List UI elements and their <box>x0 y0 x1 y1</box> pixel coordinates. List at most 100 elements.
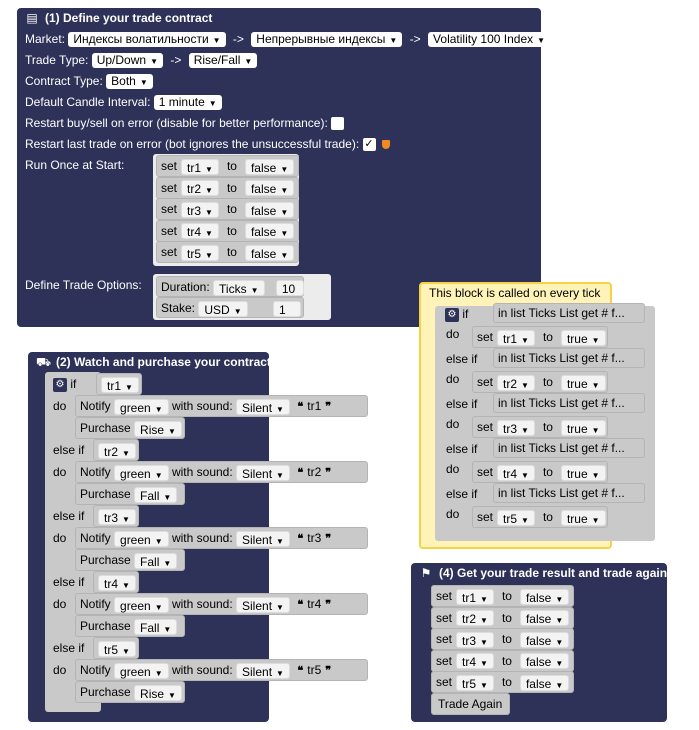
tick-set-tr5[interactable]: set tr5 ▼ to true ▼ <box>472 506 608 528</box>
variable-dropdown[interactable]: tr1 ▼ <box>456 588 494 605</box>
ticks-list-get[interactable]: in list Ticks List get # f... <box>493 348 645 368</box>
purchase-direction-dropdown[interactable]: Rise ▼ <box>134 684 182 701</box>
ticks-list-get[interactable]: in list Ticks List get # f... <box>493 303 645 323</box>
duration-value-input[interactable]: 10 <box>275 279 304 296</box>
notify-block[interactable]: Notify green ▼ with sound: Silent ▼ ❝ tr1 ❞ <box>75 395 368 417</box>
stake-currency-dropdown[interactable]: USD ▼ <box>198 300 248 317</box>
result-set-tr4[interactable]: set tr4 ▼ to false ▼ <box>431 649 574 672</box>
notify-color-dropdown[interactable]: green ▼ <box>114 662 169 679</box>
variable-dropdown[interactable]: tr5 ▼ <box>456 674 494 691</box>
runonce-set-tr5[interactable]: set tr5 ▼ to false ▼ <box>156 241 299 263</box>
condition-dropdown[interactable]: tr4 ▼ <box>98 574 136 591</box>
variable-dropdown[interactable]: tr2 ▼ <box>456 610 494 627</box>
value-dropdown[interactable]: true ▼ <box>560 509 606 526</box>
notify-block[interactable]: Notify green ▼ with sound: Silent ▼ ❝ tr3 ❞ <box>75 527 368 549</box>
value-dropdown[interactable]: false ▼ <box>244 201 295 218</box>
value-dropdown[interactable]: false ▼ <box>244 158 295 175</box>
value-dropdown[interactable]: false ▼ <box>519 653 570 670</box>
variable-dropdown[interactable]: tr4 ▼ <box>181 223 219 240</box>
variable-dropdown[interactable]: tr4 ▼ <box>456 653 494 670</box>
purchase-direction-dropdown[interactable]: Rise ▼ <box>134 420 182 437</box>
purchase-block[interactable]: Purchase Fall ▼ <box>75 615 185 637</box>
value-dropdown[interactable]: false ▼ <box>519 631 570 648</box>
stake-value-input[interactable]: 1 <box>272 300 301 317</box>
purchase-block[interactable]: Purchase Rise ▼ <box>75 417 185 439</box>
value-dropdown[interactable]: false ▼ <box>244 180 295 197</box>
notify-block[interactable]: Notify green ▼ with sound: Silent ▼ ❝ tr2 ❞ <box>75 461 368 483</box>
ticks-list-get[interactable]: in list Ticks List get # f... <box>493 438 645 458</box>
variable-dropdown[interactable]: tr3 ▼ <box>497 419 535 436</box>
condition-variable[interactable]: tr1 ▼ <box>96 373 142 395</box>
shield-icon[interactable] <box>381 140 390 150</box>
candle-dropdown[interactable]: 1 minute ▼ <box>153 95 222 111</box>
value-dropdown[interactable]: true ▼ <box>560 374 606 391</box>
condition-variable[interactable]: tr3 ▼ <box>93 505 139 527</box>
variable-dropdown[interactable]: tr3 ▼ <box>456 631 494 648</box>
condition-variable[interactable]: tr5 ▼ <box>93 637 139 659</box>
duration-unit-dropdown[interactable]: Ticks ▼ <box>213 279 265 296</box>
result-set-tr1[interactable]: set tr1 ▼ to false ▼ <box>431 585 574 607</box>
variable-dropdown[interactable]: tr1 ▼ <box>497 329 535 346</box>
market-dropdown[interactable]: Индексы волатильности ▼ <box>68 32 226 48</box>
restart-checkbox[interactable] <box>331 117 345 131</box>
variable-dropdown[interactable]: tr2 ▼ <box>181 180 219 197</box>
value-dropdown[interactable]: false ▼ <box>244 223 295 240</box>
variable-dropdown[interactable]: tr5 ▼ <box>181 244 219 261</box>
runonce-set-tr3[interactable]: set tr3 ▼ to false ▼ <box>156 198 299 220</box>
tick-set-tr4[interactable]: set tr4 ▼ to true ▼ <box>472 461 608 483</box>
value-dropdown[interactable]: false ▼ <box>244 244 295 261</box>
condition-dropdown[interactable]: tr2 ▼ <box>98 442 136 459</box>
variable-dropdown[interactable]: tr3 ▼ <box>181 201 219 218</box>
trade-subtype-dropdown[interactable]: Rise/Fall ▼ <box>188 53 258 69</box>
purchase-direction-dropdown[interactable]: Fall ▼ <box>134 552 178 569</box>
runonce-set-tr2[interactable]: set tr2 ▼ to false ▼ <box>156 176 299 199</box>
value-dropdown[interactable]: true ▼ <box>560 464 606 481</box>
result-set-tr5[interactable]: set tr5 ▼ to false ▼ <box>431 671 574 693</box>
result-set-tr2[interactable]: set tr2 ▼ to false ▼ <box>431 606 574 629</box>
condition-dropdown[interactable]: tr3 ▼ <box>98 508 136 525</box>
condition-dropdown[interactable]: tr1 ▼ <box>101 376 139 393</box>
variable-dropdown[interactable]: tr4 ▼ <box>497 464 535 481</box>
notify-color-dropdown[interactable]: green ▼ <box>114 596 169 613</box>
contract-type-dropdown[interactable]: Both ▼ <box>106 74 153 90</box>
purchase-block[interactable]: Purchase Fall ▼ <box>75 483 185 505</box>
value-dropdown[interactable]: false ▼ <box>519 674 570 691</box>
notify-block[interactable]: Notify green ▼ with sound: Silent ▼ ❝ tr4 ❞ <box>75 593 368 615</box>
variable-dropdown[interactable]: tr1 ▼ <box>181 158 219 175</box>
condition-dropdown[interactable]: tr5 ▼ <box>98 640 136 657</box>
symbol-dropdown[interactable]: Volatility 100 Index ▼ <box>428 32 551 48</box>
restart-last-checkbox[interactable]: ✓ <box>362 138 376 152</box>
result-set-tr3[interactable]: set tr3 ▼ to false ▼ <box>431 628 574 650</box>
sound-dropdown[interactable]: Silent ▼ <box>236 596 290 613</box>
stake-row[interactable]: Stake: USD ▼ 1 <box>156 297 304 318</box>
submarket-dropdown[interactable]: Непрерывные индексы ▼ <box>251 32 403 48</box>
duration-row[interactable]: Duration: Ticks ▼ 10 <box>156 276 304 297</box>
purchase-block[interactable]: Purchase Rise ▼ <box>75 681 185 703</box>
gear-icon[interactable]: ⚙ <box>53 377 67 392</box>
sound-dropdown[interactable]: Silent ▼ <box>236 464 290 481</box>
tick-set-tr1[interactable]: set tr1 ▼ to true ▼ <box>472 326 608 348</box>
notify-color-dropdown[interactable]: green ▼ <box>114 530 169 547</box>
runonce-set-tr4[interactable]: set tr4 ▼ to false ▼ <box>156 219 299 242</box>
value-dropdown[interactable]: false ▼ <box>519 588 570 605</box>
tick-set-tr2[interactable]: set tr2 ▼ to true ▼ <box>472 371 608 393</box>
condition-variable[interactable]: tr2 ▼ <box>93 439 139 461</box>
value-dropdown[interactable]: true ▼ <box>560 329 606 346</box>
gear-icon[interactable]: ⚙ <box>445 307 459 322</box>
tick-set-tr3[interactable]: set tr3 ▼ to true ▼ <box>472 416 608 438</box>
notify-color-dropdown[interactable]: green ▼ <box>114 464 169 481</box>
variable-dropdown[interactable]: tr5 ▼ <box>497 509 535 526</box>
sound-dropdown[interactable]: Silent ▼ <box>236 662 290 679</box>
ticks-list-get[interactable]: in list Ticks List get # f... <box>493 393 645 413</box>
notify-block[interactable]: Notify green ▼ with sound: Silent ▼ ❝ tr5 ❞ <box>75 659 368 681</box>
trade-again-button[interactable]: Trade Again <box>431 693 510 715</box>
notify-color-dropdown[interactable]: green ▼ <box>114 398 169 415</box>
trade-type-dropdown[interactable]: Up/Down ▼ <box>91 53 163 69</box>
sound-dropdown[interactable]: Silent ▼ <box>236 398 290 415</box>
value-dropdown[interactable]: false ▼ <box>519 610 570 627</box>
runonce-set-tr1[interactable]: set tr1 ▼ to false ▼ <box>156 155 299 177</box>
ticks-list-get[interactable]: in list Ticks List get # f... <box>493 483 645 503</box>
purchase-block[interactable]: Purchase Fall ▼ <box>75 549 185 571</box>
value-dropdown[interactable]: true ▼ <box>560 419 606 436</box>
variable-dropdown[interactable]: tr2 ▼ <box>497 374 535 391</box>
